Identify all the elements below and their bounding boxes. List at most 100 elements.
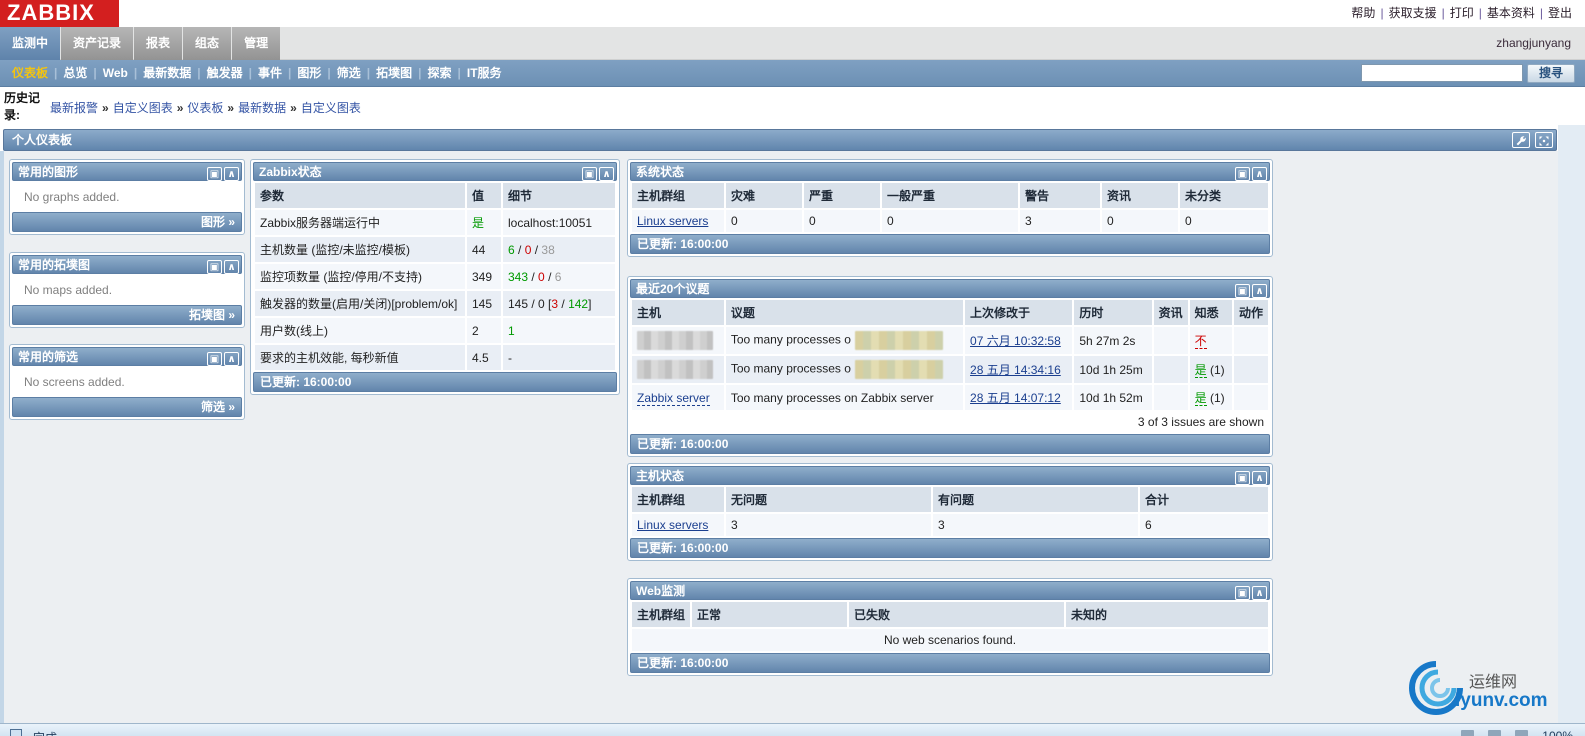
host-cell-redacted <box>632 356 724 383</box>
page-status-icon <box>10 729 22 736</box>
collapse-icon[interactable]: ∧ <box>599 167 614 181</box>
host-link[interactable]: Zabbix server <box>637 390 710 406</box>
column-header: 未知的 <box>1066 602 1268 627</box>
tab-administration[interactable]: 管理 <box>232 27 281 60</box>
table-row: No web scenarios found. <box>632 629 1268 651</box>
menu-icon[interactable]: ▣ <box>1235 167 1250 181</box>
profile-link[interactable]: 基本资料 <box>1484 6 1538 20</box>
details-cell: 145 / 0 [3 / 142] <box>503 291 615 316</box>
logout-link[interactable]: 登出 <box>1545 6 1575 20</box>
menu-icon[interactable]: ▣ <box>207 260 222 274</box>
severity-cell: 0 <box>1180 210 1268 232</box>
collapse-icon[interactable]: ∧ <box>224 167 239 181</box>
ack-cell[interactable]: 是 (1) <box>1189 356 1232 383</box>
event-time-link[interactable]: 28 五月 14:07:12 <box>970 391 1061 405</box>
collapse-icon[interactable]: ∧ <box>1252 167 1267 181</box>
tab-inventory[interactable]: 资产记录 <box>61 27 134 60</box>
graphs-footer-link[interactable]: 图形 » <box>12 212 242 232</box>
screens-footer-link[interactable]: 筛选 » <box>12 397 242 417</box>
subtab-web[interactable]: Web <box>97 60 134 86</box>
printer-icon[interactable] <box>1488 730 1502 736</box>
param-cell: 要求的主机效能, 每秒新值 <box>255 345 465 370</box>
value-cell: 349 <box>467 264 501 289</box>
subtab-discovery[interactable]: 探索 <box>421 60 457 86</box>
ack-cell[interactable]: 不 <box>1189 327 1232 354</box>
search-input[interactable] <box>1361 64 1523 82</box>
zoom-level[interactable]: 100% <box>1542 729 1573 736</box>
subtab-overview[interactable]: 总览 <box>57 60 93 86</box>
widget-system-status: 系统状态 ▣ ∧ 主机群组 灾难 严重 一般严重 警告 资讯 未分类 Linux … <box>627 159 1273 257</box>
severity-cell: 0 <box>1102 210 1178 232</box>
subtab-events[interactable]: 事件 <box>252 60 288 86</box>
maps-footer-link[interactable]: 拓墣图 » <box>12 305 242 325</box>
host-group-link[interactable]: Linux servers <box>637 518 708 532</box>
collapse-icon[interactable]: ∧ <box>224 352 239 366</box>
collapse-icon[interactable]: ∧ <box>1252 586 1267 600</box>
widget-favourite-maps: 常用的拓墣图 ▣ ∧ No maps added. 拓墣图 » <box>9 252 245 328</box>
subtab-it-services[interactable]: IT服务 <box>461 60 508 86</box>
widget-title: Zabbix状态 <box>259 165 322 179</box>
menu-icon[interactable]: ▣ <box>1235 586 1250 600</box>
help-link[interactable]: 帮助 <box>1348 6 1378 20</box>
fullscreen-icon[interactable] <box>1535 132 1553 148</box>
column-header: 值 <box>467 183 501 208</box>
ack-cell[interactable]: 是 (1) <box>1189 385 1232 410</box>
param-cell: 触发器的数量(启用/关闭)[problem/ok] <box>255 291 465 316</box>
tab-monitoring[interactable]: 监测中 <box>0 27 61 60</box>
menu-icon[interactable]: ▣ <box>207 167 222 181</box>
collapse-icon[interactable]: ∧ <box>224 260 239 274</box>
separator: | <box>1478 6 1482 20</box>
history-link[interactable]: 最新数据 <box>238 101 286 115</box>
subtab-dashboard[interactable]: 仪表板 <box>6 60 54 86</box>
subtab-screens[interactable]: 筛选 <box>331 60 367 86</box>
host-group-link[interactable]: Linux servers <box>637 214 708 228</box>
event-time-link[interactable]: 07 六月 10:32:58 <box>970 334 1061 348</box>
menu-icon[interactable]: ▣ <box>207 352 222 366</box>
history-link[interactable]: 仪表板 <box>187 101 223 115</box>
subtab-latest-data[interactable]: 最新数据 <box>137 60 197 86</box>
menu-icon[interactable]: ▣ <box>1235 471 1250 485</box>
print-link[interactable]: 打印 <box>1447 6 1477 20</box>
separator: » <box>290 101 297 115</box>
history-link[interactable]: 自定义图表 <box>301 101 361 115</box>
tab-reports[interactable]: 报表 <box>134 27 183 60</box>
support-link[interactable]: 获取支援 <box>1386 6 1440 20</box>
subtab-maps[interactable]: 拓墣图 <box>370 60 418 86</box>
collapse-icon[interactable]: ∧ <box>1252 284 1267 298</box>
history-link[interactable]: 自定义图表 <box>113 101 173 115</box>
iyunv-watermark: 运维网 iyunv.com <box>1407 660 1567 718</box>
issue-cell: Too many processes on Zabbix server <box>725 385 964 410</box>
actions-cell <box>1233 356 1268 383</box>
last-change-cell: 28 五月 14:07:12 <box>965 385 1073 410</box>
search-button[interactable]: 搜寻 <box>1527 64 1575 83</box>
issue-row: Zabbix server Too many processes on Zabb… <box>632 385 1268 410</box>
empty-message: No screens added. <box>24 375 125 389</box>
table-row: 用户数(线上) 2 1 <box>255 318 615 343</box>
updated-footer: 已更新: 16:00:00 <box>630 234 1270 254</box>
last-change-cell: 28 五月 14:34:16 <box>965 356 1073 383</box>
subtab-triggers[interactable]: 触发器 <box>201 60 249 86</box>
column-header: 警告 <box>1020 183 1100 208</box>
column-header: 历时 <box>1074 300 1152 325</box>
menu-icon[interactable]: ▣ <box>582 167 597 181</box>
widget-title: 系统状态 <box>636 165 685 179</box>
configure-wrench-icon[interactable] <box>1511 132 1530 148</box>
subtab-graphs[interactable]: 图形 <box>291 60 327 86</box>
column-header: 上次修改于 <box>965 300 1073 325</box>
value-cell: 44 <box>467 237 501 262</box>
speaker-icon[interactable] <box>1461 730 1475 736</box>
column-header: 严重 <box>804 183 880 208</box>
browser-status-bar: 完成 100% <box>0 723 1585 736</box>
collapse-icon[interactable]: ∧ <box>1252 471 1267 485</box>
widget-favourite-graphs: 常用的图形 ▣ ∧ No graphs added. 图形 » <box>9 159 245 235</box>
without-problems-cell: 3 <box>726 514 931 536</box>
menu-icon[interactable]: ▣ <box>1235 284 1250 298</box>
history-link[interactable]: 最新报警 <box>50 101 98 115</box>
tab-configuration[interactable]: 组态 <box>183 27 232 60</box>
column-header: 正常 <box>692 602 848 627</box>
severity-cell: 0 <box>882 210 1018 232</box>
emoticon-icon[interactable] <box>1515 730 1529 736</box>
separator: » <box>227 101 235 115</box>
column-header: 知悉 <box>1189 300 1232 325</box>
event-time-link[interactable]: 28 五月 14:34:16 <box>970 363 1061 377</box>
